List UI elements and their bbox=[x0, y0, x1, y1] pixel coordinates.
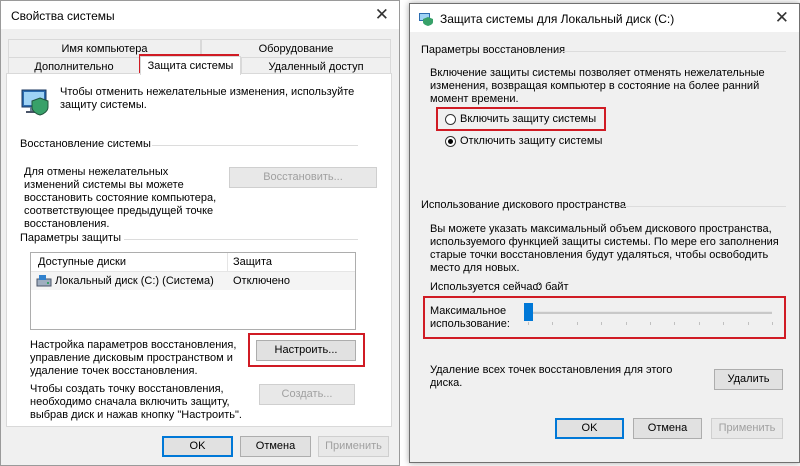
delete-description: Удаление всех точек восстановления для э… bbox=[430, 364, 673, 389]
restore-group-label: Восстановление системы bbox=[20, 138, 151, 150]
delete-button[interactable]: Удалить bbox=[714, 369, 783, 390]
tab-computer-name[interactable]: Имя компьютера bbox=[8, 39, 201, 57]
cancel-button[interactable]: Отмена bbox=[240, 436, 311, 457]
disk-name: Локальный диск (C:) (Система) bbox=[55, 275, 214, 287]
radio-disable[interactable] bbox=[445, 136, 456, 147]
max-usage-label: Максимальное использование: bbox=[430, 305, 510, 330]
drive-icon bbox=[36, 275, 52, 287]
separator bbox=[562, 51, 786, 52]
ok-button[interactable]: OK bbox=[162, 436, 233, 457]
configure-button[interactable]: Настроить... bbox=[256, 340, 356, 361]
cancel-button-dialog[interactable]: Отмена bbox=[633, 418, 702, 439]
disk-usage-description: Вы можете указать максимальный объем дис… bbox=[430, 223, 779, 274]
slider-tick bbox=[650, 322, 651, 325]
slider-tick bbox=[601, 322, 603, 325]
disk-protection-status: Отключено bbox=[233, 275, 290, 287]
slider-tick bbox=[625, 322, 627, 325]
separator bbox=[624, 206, 786, 207]
radio-enable-label[interactable]: Включить защиту системы bbox=[460, 113, 596, 125]
separator bbox=[124, 239, 358, 240]
restore-params-description: Включение защиты системы позволяет отмен… bbox=[430, 67, 765, 105]
table-row[interactable]: Локальный диск (C:) (Система) Отключено bbox=[31, 272, 355, 290]
apply-button-dialog[interactable]: Применить bbox=[711, 418, 783, 439]
restore-button[interactable]: Восстановить... bbox=[229, 167, 377, 188]
list-header: Доступные диски Защита bbox=[31, 253, 355, 272]
ok-button-dialog[interactable]: OK bbox=[555, 418, 624, 439]
tab-hardware[interactable]: Оборудование bbox=[201, 39, 391, 57]
tab-system-protection[interactable]: Защита системы bbox=[140, 56, 241, 75]
create-description: Чтобы создать точку восстановления, необ… bbox=[30, 383, 242, 421]
computer-shield-icon bbox=[21, 89, 49, 116]
apply-button[interactable]: Применить bbox=[318, 436, 389, 457]
window-title: Свойства системы bbox=[11, 9, 115, 23]
slider-tick bbox=[723, 322, 725, 325]
configure-description: Настройка параметров восстановления, упр… bbox=[30, 339, 237, 377]
max-usage-slider-thumb[interactable] bbox=[524, 303, 533, 321]
max-usage-slider-track[interactable] bbox=[528, 311, 772, 314]
close-icon[interactable]: ✕ bbox=[775, 9, 789, 26]
title-bar: Свойства системы ✕ bbox=[1, 1, 399, 29]
slider-tick bbox=[747, 322, 749, 325]
window-title: Защита системы для Локальный диск (C:) bbox=[440, 12, 675, 26]
slider-tick bbox=[576, 322, 578, 325]
radio-disable-label[interactable]: Отключить защиту системы bbox=[460, 135, 602, 147]
intro-text: Чтобы отменить нежелательные изменения, … bbox=[60, 86, 355, 111]
current-usage-value: 0 байт bbox=[536, 281, 569, 293]
slider-tick bbox=[552, 322, 554, 325]
slider-tick bbox=[698, 322, 700, 325]
column-header-protection[interactable]: Защита bbox=[233, 256, 272, 268]
restore-params-label: Параметры восстановления bbox=[421, 44, 566, 56]
drives-list[interactable]: Доступные диски Защита Локальный диск (C… bbox=[30, 252, 356, 330]
restore-description: Для отмены нежелательных изменений систе… bbox=[24, 166, 217, 230]
slider-tick bbox=[528, 322, 529, 325]
close-icon[interactable]: ✕ bbox=[375, 6, 389, 23]
title-bar: Защита системы для Локальный диск (C:) ✕ bbox=[410, 4, 799, 32]
radio-enable[interactable] bbox=[445, 114, 456, 125]
shield-icon bbox=[419, 13, 433, 26]
slider-tick bbox=[674, 322, 676, 325]
disk-usage-label: Использование дискового пространства bbox=[421, 199, 626, 211]
protection-group-label: Параметры защиты bbox=[20, 232, 121, 244]
create-button[interactable]: Создать... bbox=[259, 384, 355, 405]
column-header-drives[interactable]: Доступные диски bbox=[38, 256, 126, 268]
current-usage-label: Используется сейчас: bbox=[430, 281, 542, 293]
separator bbox=[152, 145, 358, 146]
slider-tick bbox=[772, 322, 773, 325]
